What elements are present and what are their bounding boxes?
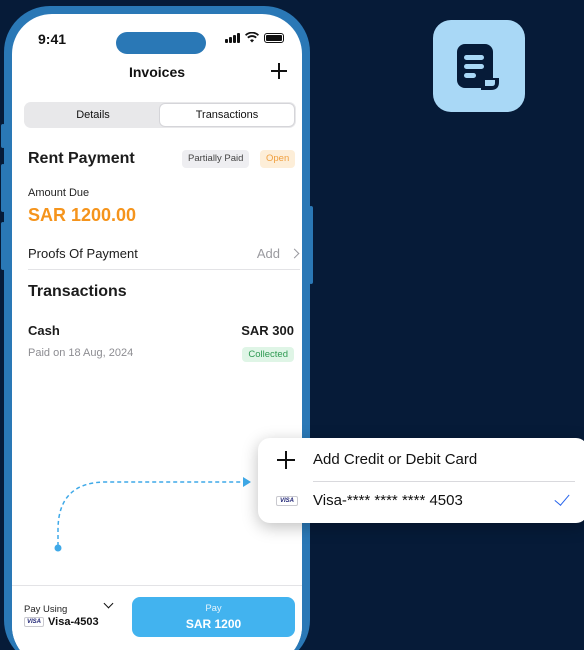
transaction-amount: SAR 300 [241, 323, 294, 338]
add-proof-link[interactable]: Add [257, 246, 280, 261]
proofs-of-payment-row[interactable]: Proofs Of Payment Add [28, 240, 300, 270]
add-invoice-button[interactable] [268, 60, 290, 82]
visa-icon: VISA [276, 496, 299, 506]
transaction-method: Cash [28, 323, 60, 338]
tab-details[interactable]: Details [26, 104, 160, 126]
selected-card-label: Visa-4503 [48, 616, 99, 628]
status-badge-open: Open [260, 150, 296, 168]
plus-icon [276, 450, 296, 470]
amount-due-value: SAR 1200.00 [28, 205, 137, 225]
transactions-heading: Transactions [28, 283, 127, 300]
invoice-receipt-icon [433, 20, 525, 112]
chevron-right-icon [289, 248, 300, 259]
pay-button[interactable]: Pay SAR 1200 [132, 597, 295, 637]
transaction-status-badge: Collected [242, 347, 294, 362]
phone-frame: 9:41 Invoices Details Transactions Rent … [1, 6, 313, 650]
chevron-down-icon [103, 598, 114, 609]
saved-card-label: Visa-**** **** **** 4503 [313, 492, 463, 509]
wifi-icon [245, 32, 259, 43]
visa-icon: VISA [24, 617, 45, 627]
phone-side-button [1, 164, 5, 212]
status-badge-partially-paid: Partially Paid [182, 150, 250, 168]
card-picker-popup: Add Credit or Debit Card VISA Visa-**** … [258, 438, 584, 523]
add-card-option[interactable]: Add Credit or Debit Card [258, 438, 584, 481]
battery-icon [264, 33, 284, 43]
payment-bar: Pay Using VISA Visa-4503 Pay SAR 1200 [12, 585, 302, 650]
phone-side-button [1, 222, 5, 270]
transaction-date: Paid on 18 Aug, 2024 [28, 347, 134, 359]
status-bar: 9:41 [12, 14, 302, 54]
phone-screen: 9:41 Invoices Details Transactions Rent … [12, 14, 302, 650]
invoice-title: Rent Payment [28, 150, 135, 167]
phone-side-button [1, 124, 5, 148]
status-time: 9:41 [38, 31, 67, 47]
proofs-label: Proofs Of Payment [28, 246, 138, 261]
dynamic-island [116, 32, 206, 54]
selected-card: VISA Visa-4503 [24, 616, 99, 628]
add-card-label: Add Credit or Debit Card [313, 451, 478, 468]
segmented-control: Details Transactions [24, 102, 296, 128]
pay-button-label: Pay [205, 603, 222, 614]
status-icons [225, 32, 284, 43]
saved-card-option[interactable]: VISA Visa-**** **** **** 4503 [258, 482, 584, 522]
pay-button-amount: SAR 1200 [185, 617, 242, 631]
checkmark-icon [554, 490, 570, 506]
amount-due-label: Amount Due [28, 187, 90, 199]
page-title: Invoices [128, 64, 186, 80]
signal-icon [225, 33, 240, 43]
tab-transactions[interactable]: Transactions [160, 104, 294, 126]
phone-side-button [309, 206, 313, 284]
pay-using-label: Pay Using [24, 604, 68, 615]
